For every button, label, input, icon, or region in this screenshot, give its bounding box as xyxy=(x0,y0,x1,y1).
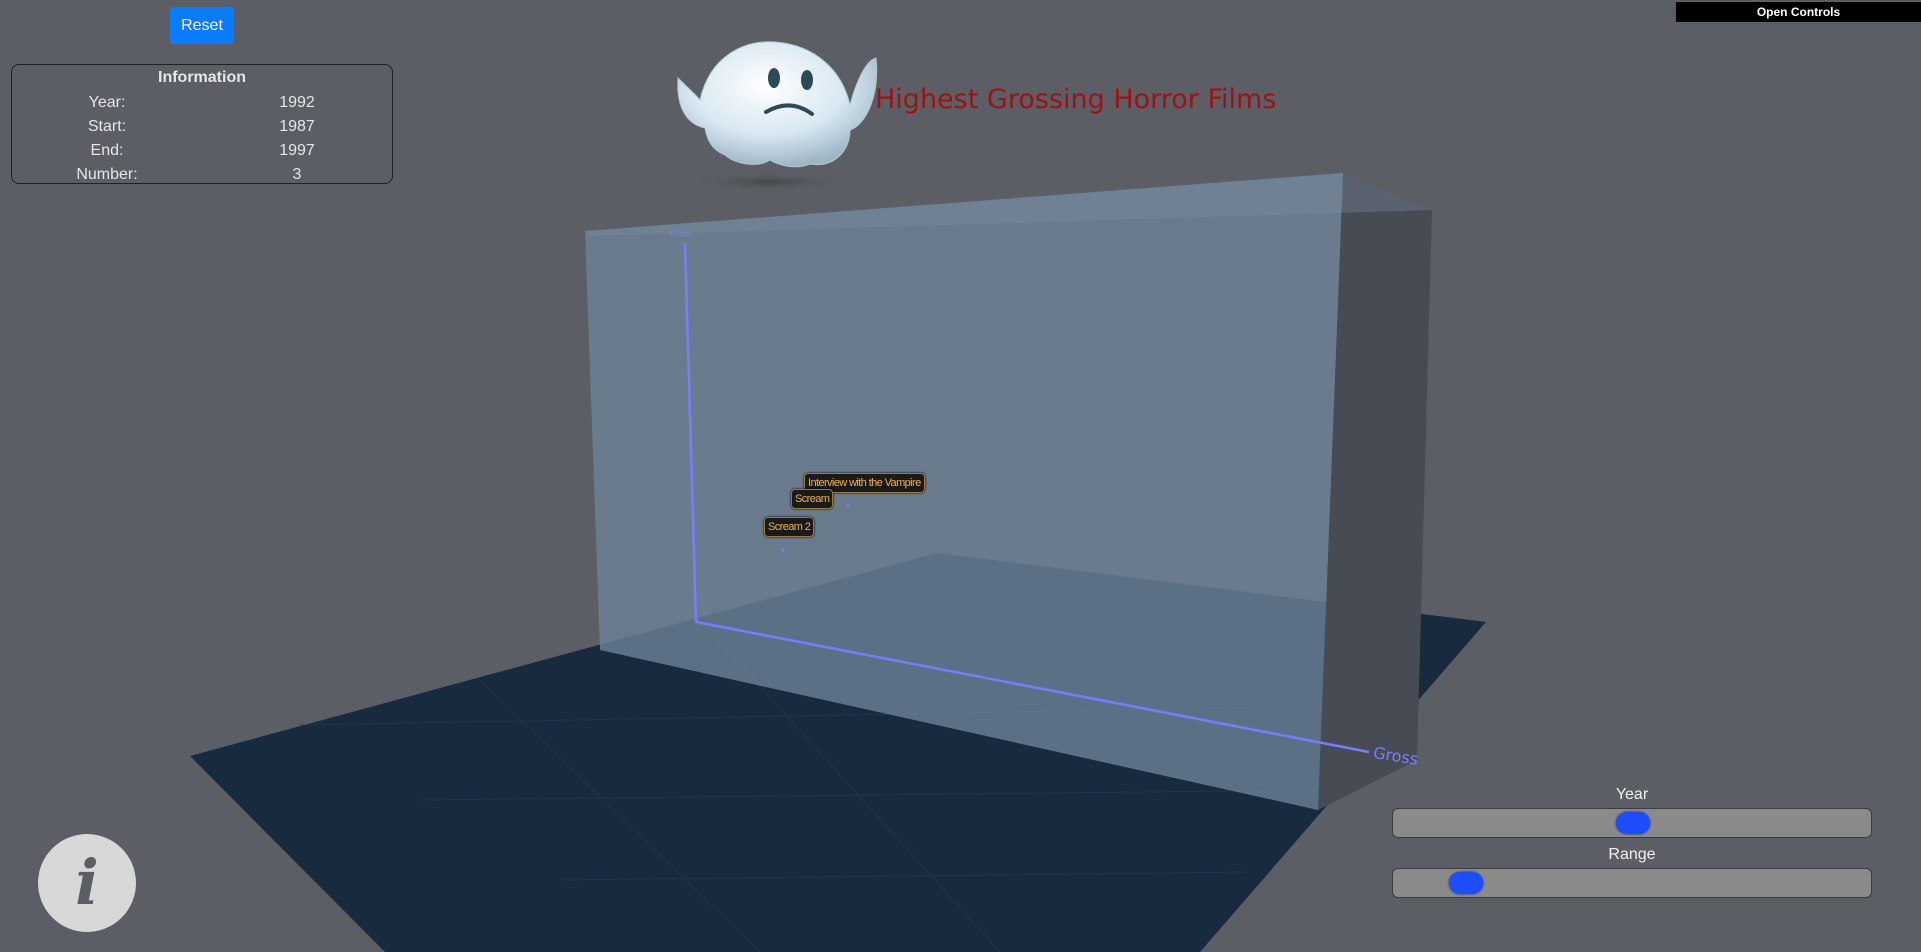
film-label-scream[interactable]: Scream xyxy=(791,489,834,509)
open-controls-button[interactable]: Open Controls xyxy=(1676,2,1921,22)
y-axis-label: Gross xyxy=(670,229,693,238)
info-row-year: Year: 1992 xyxy=(12,91,392,115)
year-slider[interactable] xyxy=(1392,808,1872,838)
page-title: Highest Grossing Horror Films xyxy=(875,84,1277,115)
data-point xyxy=(846,503,850,507)
information-panel: Information Year: 1992 Start: 1987 End: … xyxy=(11,64,393,184)
info-value: 3 xyxy=(292,166,302,183)
info-label: End: xyxy=(90,142,124,159)
info-value: 1987 xyxy=(279,118,315,135)
info-label: Start: xyxy=(87,118,127,135)
ghost-icon xyxy=(677,41,878,192)
info-row-number: Number: 3 xyxy=(12,163,392,187)
info-label: Year: xyxy=(88,94,126,111)
year-slider-thumb[interactable] xyxy=(1616,812,1650,834)
scene-stage[interactable]: Gross Gross Interview with the Vampire S… xyxy=(0,0,1921,952)
information-title: Information xyxy=(158,69,246,86)
info-value: 1992 xyxy=(279,94,315,111)
range-slider-label: Range xyxy=(1608,846,1656,863)
info-icon[interactable]: i xyxy=(38,834,136,932)
info-row-end: End: 1997 xyxy=(12,139,392,163)
film-label-scream-2[interactable]: Scream 2 xyxy=(764,517,815,537)
range-slider-thumb[interactable] xyxy=(1448,872,1483,894)
range-slider[interactable] xyxy=(1392,868,1872,898)
info-row-start: Start: 1987 xyxy=(12,115,392,139)
year-slider-label: Year xyxy=(1615,786,1649,803)
info-label: Number: xyxy=(76,166,138,183)
reset-button[interactable]: Reset xyxy=(170,7,234,44)
info-value: 1997 xyxy=(279,142,315,159)
data-point xyxy=(781,548,785,552)
